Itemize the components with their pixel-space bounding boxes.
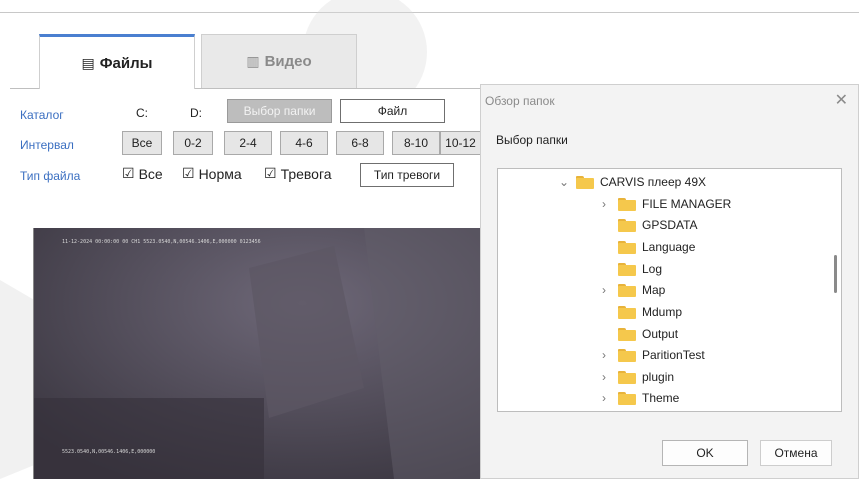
tree-item-label: Map (642, 283, 666, 297)
video-overlay-bottom: 5523.0540,N,00546.1406,E,000000 (62, 449, 156, 455)
tree-item[interactable]: › Theme (602, 388, 680, 408)
folder-icon (576, 175, 594, 189)
alarm-type-button[interactable]: Тип тревоги (360, 163, 454, 187)
tab-bar: ▤ Файлы ▥ Видео (10, 30, 480, 89)
tree-item-label: Mdump (642, 305, 683, 319)
folder-icon (618, 240, 636, 254)
top-divider (0, 12, 859, 13)
tree-scrollbar[interactable] (834, 255, 837, 293)
file-list-icon: ▤ (81, 54, 95, 71)
folder-browser-dialog: Обзор папок ✕ Выбор папки ⌄ CARVIS плеер… (480, 84, 859, 479)
tab-files[interactable]: ▤ Файлы (39, 34, 195, 89)
video-overlay-top: 11-12-2024 00:00:00 00 CH1 5523.0540,N,0… (62, 239, 261, 245)
dialog-subtitle: Выбор папки (496, 133, 568, 147)
type-normal-label: Норма (198, 165, 242, 182)
chevron-right-icon[interactable]: › (598, 348, 610, 362)
chevron-down-icon[interactable]: ⌄ (558, 175, 570, 189)
checkbox-checked-icon: ☑ (182, 165, 195, 181)
chevron-right-icon[interactable]: › (598, 197, 610, 211)
tree-item[interactable]: Language (618, 237, 695, 257)
tab-video-label: Видео (264, 53, 312, 70)
type-all-label: Все (138, 165, 163, 182)
tree-item[interactable]: Log (618, 259, 662, 279)
search-panel: Каталог C: D: Выбор папки Файл Интервал … (10, 89, 480, 225)
interval-4-6-button[interactable]: 4-6 (280, 131, 328, 155)
tab-video[interactable]: ▥ Видео (201, 34, 357, 88)
tree-item-label: Theme (642, 391, 680, 405)
drive-c-option[interactable]: C: (136, 106, 148, 120)
catalog-label: Каталог (20, 108, 64, 122)
tree-item[interactable]: › plugin (602, 367, 675, 387)
folder-icon (618, 370, 636, 384)
interval-10-12-button[interactable]: 10-12 (440, 131, 480, 155)
interval-6-8-button[interactable]: 6-8 (336, 131, 384, 155)
tree-item-label: plugin (642, 370, 675, 384)
tab-files-label: Файлы (99, 54, 153, 72)
tree-item-label: Language (642, 240, 696, 254)
folder-tree[interactable]: ⌄ CARVIS плеер 49X › FILE MANAGER GPSDAT… (497, 168, 842, 412)
type-alarm-label: Тревога (280, 165, 332, 182)
tree-item-label: Log (642, 262, 663, 276)
cancel-button[interactable]: Отмена (760, 440, 832, 466)
checkbox-checked-icon: ☑ (122, 165, 135, 181)
video-preview[interactable]: 11-12-2024 00:00:00 00 CH1 5523.0540,N,0… (33, 228, 481, 479)
tree-item[interactable]: Mdump (618, 302, 682, 322)
tree-item[interactable]: ⌄ CARVIS плеер 49X (559, 172, 707, 192)
interval-0-2-button[interactable]: 0-2 (173, 131, 213, 155)
folder-icon (618, 218, 636, 232)
folder-icon (618, 391, 636, 405)
folder-icon (618, 197, 636, 211)
interval-label: Интервал (20, 138, 74, 152)
close-icon[interactable]: ✕ (835, 90, 848, 110)
folder-icon (618, 262, 636, 276)
type-normal-checkbox[interactable]: ☑ Норма (182, 165, 242, 182)
folder-icon (618, 348, 636, 362)
file-button[interactable]: Файл (340, 99, 445, 123)
file-type-label: Тип файла (20, 169, 81, 183)
interval-8-10-button[interactable]: 8-10 (392, 131, 440, 155)
tree-item-label: ParitionTest (642, 348, 705, 362)
dialog-title: Обзор папок (485, 94, 555, 108)
chevron-right-icon[interactable]: › (598, 283, 610, 297)
chevron-right-icon[interactable]: › (598, 391, 610, 405)
checkbox-checked-icon: ☑ (264, 165, 277, 181)
tree-item-label: CARVIS плеер 49X (600, 175, 707, 189)
folder-icon (618, 283, 636, 297)
ok-button[interactable]: OK (662, 440, 748, 466)
video-frame-image (34, 228, 481, 479)
tree-item-label: GPSDATA (642, 218, 698, 232)
tree-item[interactable]: › Map (602, 280, 666, 300)
interval-all-button[interactable]: Все (122, 131, 162, 155)
select-folder-button[interactable]: Выбор папки (227, 99, 332, 123)
tree-item-label: FILE MANAGER (642, 197, 732, 211)
interval-2-4-button[interactable]: 2-4 (224, 131, 272, 155)
chevron-right-icon[interactable]: › (598, 370, 610, 384)
tree-item[interactable]: › FILE MANAGER (602, 194, 732, 214)
folder-icon (618, 305, 636, 319)
tree-item-label: Output (642, 327, 679, 341)
drive-d-option[interactable]: D: (190, 106, 202, 120)
folder-icon (618, 327, 636, 341)
tree-item[interactable]: Output (618, 324, 678, 344)
type-all-checkbox[interactable]: ☑ Все (122, 165, 163, 182)
type-alarm-checkbox[interactable]: ☑ Тревога (264, 165, 332, 182)
film-icon: ▥ (246, 53, 260, 69)
tree-item[interactable]: GPSDATA (618, 215, 698, 235)
tree-item[interactable]: › ParitionTest (602, 345, 705, 365)
